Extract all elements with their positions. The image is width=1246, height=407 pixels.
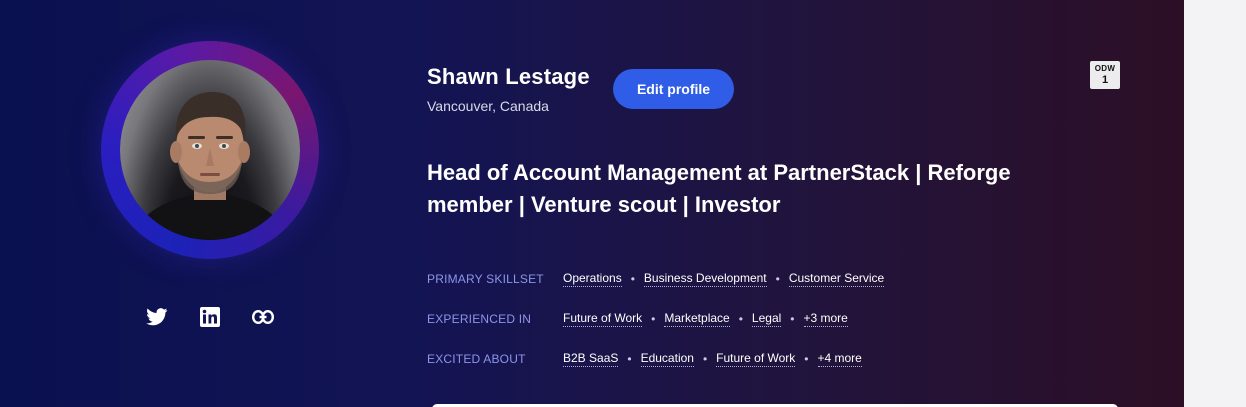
separator-dot: •: [804, 352, 809, 366]
skill-tag[interactable]: Education: [640, 351, 694, 367]
skill-tag[interactable]: Business Development: [643, 271, 767, 287]
badge-count: 1: [1101, 73, 1109, 86]
excited-about-label: EXCITED ABOUT: [427, 352, 526, 366]
separator-dot: •: [790, 312, 795, 326]
skill-tag[interactable]: Future of Work: [563, 311, 643, 327]
separator-dot: •: [627, 352, 632, 366]
more-tag[interactable]: +4 more: [817, 351, 862, 367]
profile-name: Shawn Lestage: [427, 64, 590, 89]
social-links: [146, 306, 274, 328]
separator-dot: •: [702, 352, 708, 366]
excited-about-tags: B2B SaaS • Education • Future of Work • …: [563, 351, 862, 367]
skill-tag[interactable]: Legal: [751, 311, 782, 327]
excited-about-row: EXCITED ABOUT B2B SaaS • Education • Fut…: [427, 350, 862, 368]
primary-skillset-row: PRIMARY SKILLSET Operations • Business D…: [427, 270, 885, 288]
skill-tag[interactable]: Future of Work: [716, 351, 796, 367]
linkedin-icon[interactable]: [199, 306, 221, 328]
avatar[interactable]: [120, 60, 300, 240]
primary-skillset-tags: Operations • Business Development • Cust…: [563, 271, 885, 287]
separator-dot: •: [651, 312, 656, 326]
profile-headline: Head of Account Management at PartnerSta…: [427, 160, 1011, 217]
separator-dot: •: [775, 272, 780, 286]
skill-tag[interactable]: Marketplace: [664, 311, 730, 327]
edit-profile-button[interactable]: Edit profile: [613, 69, 734, 109]
profile-location: Vancouver, Canada: [427, 98, 549, 114]
profile-hero: Shawn Lestage Vancouver, Canada Edit pro…: [0, 0, 1184, 407]
twitter-icon[interactable]: [146, 306, 168, 328]
skill-tag[interactable]: Customer Service: [788, 271, 885, 287]
skill-tag[interactable]: B2B SaaS: [563, 351, 619, 367]
separator-dot: •: [630, 272, 635, 286]
experienced-in-tags: Future of Work • Marketplace • Legal • +…: [563, 311, 848, 327]
more-tag[interactable]: +3 more: [803, 311, 848, 327]
avatar-photo: [130, 92, 290, 240]
primary-skillset-label: PRIMARY SKILLSET: [427, 272, 544, 286]
experienced-in-row: EXPERIENCED IN Future of Work • Marketpl…: [427, 310, 848, 328]
badge-label: ODW: [1094, 63, 1116, 73]
experienced-in-label: EXPERIENCED IN: [427, 312, 532, 326]
link-icon[interactable]: [252, 306, 274, 328]
odw-badge[interactable]: ODW 1: [1090, 61, 1120, 89]
separator-dot: •: [738, 312, 743, 326]
skill-tag[interactable]: Operations: [563, 271, 622, 287]
